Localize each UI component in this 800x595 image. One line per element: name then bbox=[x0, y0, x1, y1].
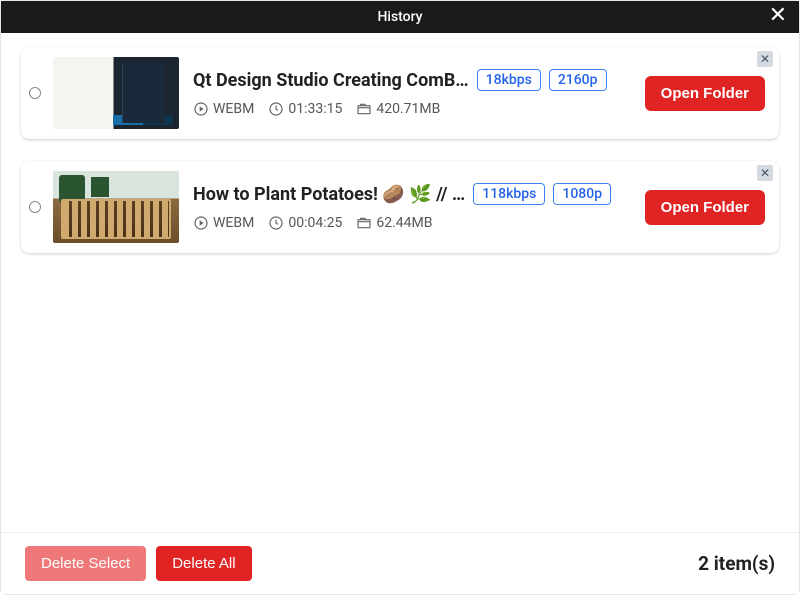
item-info: How to Plant Potatoes! 🥔 🌿 // … 118kbps … bbox=[193, 183, 633, 231]
history-item: Qt Design Studio Creating ComB… 18kbps 2… bbox=[21, 47, 779, 139]
play-icon bbox=[193, 101, 209, 117]
duration-value: 00:04:25 bbox=[288, 215, 342, 231]
folder-icon bbox=[356, 215, 372, 231]
size-meta: 62.44MB bbox=[356, 215, 432, 231]
play-icon bbox=[193, 215, 209, 231]
duration-value: 01:33:15 bbox=[288, 101, 342, 117]
duration-meta: 00:04:25 bbox=[268, 215, 342, 231]
size-value: 62.44MB bbox=[376, 215, 432, 231]
bitrate-badge: 18kbps bbox=[477, 69, 541, 91]
folder-icon bbox=[356, 101, 372, 117]
item-count: 2 item(s) bbox=[698, 552, 775, 575]
select-radio[interactable] bbox=[29, 87, 41, 99]
remove-item-icon[interactable]: ✕ bbox=[757, 51, 773, 67]
format-value: WEBM bbox=[213, 215, 254, 231]
clock-icon bbox=[268, 215, 284, 231]
bitrate-badge: 118kbps bbox=[473, 183, 545, 205]
item-title: Qt Design Studio Creating ComB… bbox=[193, 70, 469, 91]
open-folder-button[interactable]: Open Folder bbox=[645, 190, 765, 225]
meta-row: WEBM 00:04:25 62.44MB bbox=[193, 215, 633, 231]
window-header: History ✕ bbox=[1, 1, 799, 33]
item-title: How to Plant Potatoes! 🥔 🌿 // … bbox=[193, 184, 465, 205]
thumbnail bbox=[53, 171, 179, 243]
meta-row: WEBM 01:33:15 420.71MB bbox=[193, 101, 633, 117]
select-radio[interactable] bbox=[29, 201, 41, 213]
size-meta: 420.71MB bbox=[356, 101, 440, 117]
title-row: Qt Design Studio Creating ComB… 18kbps 2… bbox=[193, 69, 633, 91]
open-folder-button[interactable]: Open Folder bbox=[645, 76, 765, 111]
resolution-badge: 1080p bbox=[553, 183, 611, 205]
title-row: How to Plant Potatoes! 🥔 🌿 // … 118kbps … bbox=[193, 183, 633, 205]
window-title: History bbox=[377, 9, 422, 25]
history-item: How to Plant Potatoes! 🥔 🌿 // … 118kbps … bbox=[21, 161, 779, 253]
delete-select-button[interactable]: Delete Select bbox=[25, 546, 146, 581]
thumbnail bbox=[53, 57, 179, 129]
format-meta: WEBM bbox=[193, 101, 254, 117]
footer: Delete Select Delete All 2 item(s) bbox=[1, 532, 799, 594]
clock-icon bbox=[268, 101, 284, 117]
history-list: Qt Design Studio Creating ComB… 18kbps 2… bbox=[1, 33, 799, 533]
size-value: 420.71MB bbox=[376, 101, 440, 117]
remove-item-icon[interactable]: ✕ bbox=[757, 165, 773, 181]
item-info: Qt Design Studio Creating ComB… 18kbps 2… bbox=[193, 69, 633, 117]
resolution-badge: 2160p bbox=[549, 69, 607, 91]
format-meta: WEBM bbox=[193, 215, 254, 231]
close-icon[interactable]: ✕ bbox=[765, 5, 791, 27]
delete-all-button[interactable]: Delete All bbox=[156, 546, 251, 581]
format-value: WEBM bbox=[213, 101, 254, 117]
duration-meta: 01:33:15 bbox=[268, 101, 342, 117]
